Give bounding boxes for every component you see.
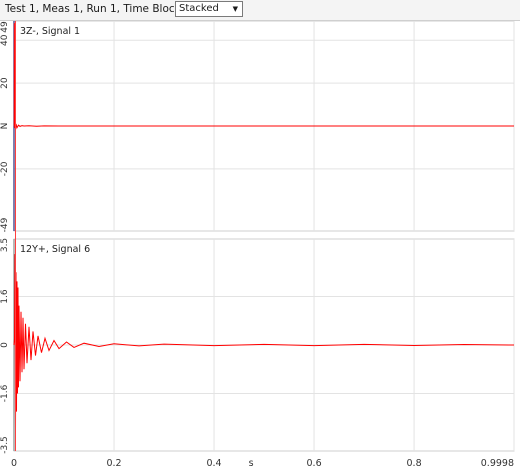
- x-tick-label: 0.6: [307, 458, 322, 469]
- x-tick-label: 0.2: [106, 458, 121, 469]
- y-tick-label: -49: [0, 217, 10, 232]
- view-mode-dropdown[interactable]: Stacked ▼: [175, 1, 243, 17]
- panel-title: 3Z-, Signal 1: [20, 26, 80, 37]
- view-mode-value: Stacked: [179, 3, 219, 14]
- y-tick-label: -1.6: [0, 384, 10, 402]
- y-tick-label: -20: [0, 161, 10, 176]
- y-tick-label: -3.5: [0, 436, 10, 454]
- x-axis-label: s: [249, 458, 254, 469]
- y-tick-label: 20: [0, 77, 10, 89]
- y-tick-label: 49: [0, 21, 10, 33]
- x-tick-label: 0.8: [407, 458, 422, 469]
- x-tick-label: 0.4: [206, 458, 221, 469]
- x-tick-label: 0.9998: [481, 458, 514, 469]
- y-tick-label: N: [0, 123, 10, 130]
- panel-title: 12Y+, Signal 6: [20, 244, 90, 255]
- y-tick-label: 3.5: [0, 238, 10, 252]
- y-tick-label: 0: [0, 342, 10, 348]
- chart-header: Test 1, Meas 1, Run 1, Time Block (Time)…: [0, 0, 520, 21]
- y-tick-label: 1.6: [0, 289, 10, 304]
- x-tick-label: 0: [11, 458, 17, 469]
- chevron-down-icon: ▼: [232, 5, 238, 13]
- stacked-chart: 4940 20 N -20 -49 3Z-, Signal 1 3.5 1.6 0 -1.6 -3.…: [0, 21, 515, 469]
- y-tick-label: 40: [0, 34, 10, 46]
